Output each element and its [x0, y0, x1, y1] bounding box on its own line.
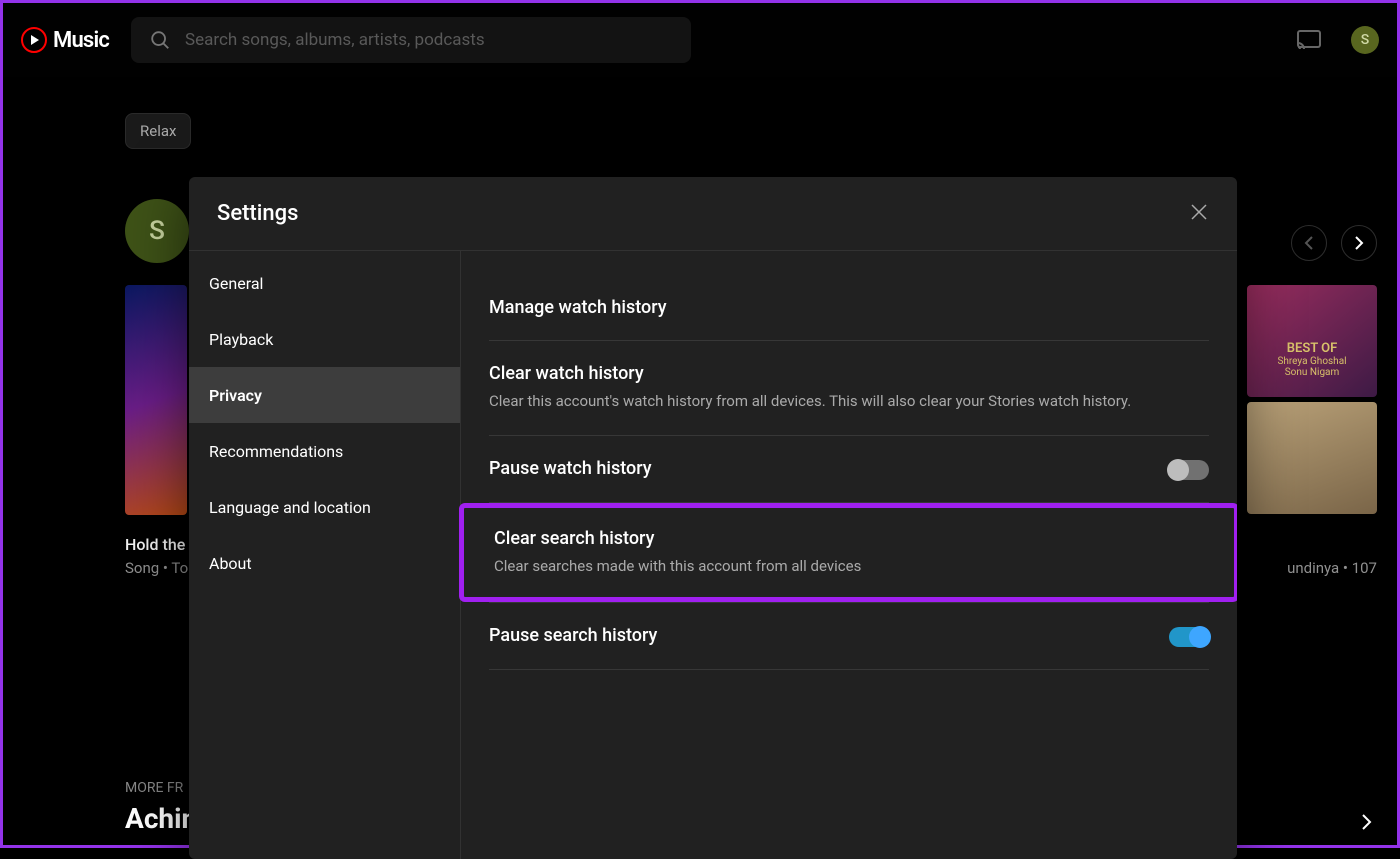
setting-desc: Clear this account's watch history from …: [489, 390, 1209, 413]
pause-watch-history-row: Pause watch history: [489, 436, 1209, 503]
search-placeholder: Search songs, albums, artists, podcasts: [185, 30, 485, 50]
album-tile[interactable]: [125, 285, 187, 515]
settings-content: Manage watch history Clear watch history…: [461, 251, 1237, 859]
chip-relax[interactable]: Relax: [125, 113, 191, 149]
settings-dialog: Settings General Playback Privacy Recomm…: [189, 177, 1237, 859]
cast-icon[interactable]: [1297, 30, 1321, 50]
clear-watch-history-row[interactable]: Clear watch history Clear this account's…: [489, 341, 1209, 436]
topbar: Music Search songs, albums, artists, pod…: [3, 3, 1397, 77]
chip-row: Relax: [125, 113, 191, 149]
close-icon: [1189, 202, 1209, 222]
highlight-annotation: Clear search history Clear searches made…: [459, 503, 1237, 603]
nav-playback[interactable]: Playback: [189, 311, 460, 367]
album-subtitle-right: undinya • 107: [1287, 559, 1377, 577]
dialog-header: Settings: [189, 177, 1237, 251]
ytmusic-play-icon: [21, 27, 47, 53]
pause-search-history-toggle[interactable]: [1169, 627, 1209, 647]
carousel-prev-button[interactable]: [1291, 225, 1327, 261]
carousel-next-button[interactable]: [1341, 225, 1377, 261]
dialog-title: Settings: [217, 201, 298, 226]
chevron-right-icon[interactable]: [1361, 813, 1373, 831]
profile-avatar-large[interactable]: S: [125, 199, 189, 263]
topbar-right: S: [1297, 26, 1379, 54]
settings-nav: General Playback Privacy Recommendations…: [189, 251, 461, 859]
carousel-nav: [1291, 225, 1377, 261]
page-content: Relax S Hold the Song • To BEST OF Shrey…: [3, 77, 1397, 845]
pause-watch-history-toggle[interactable]: [1169, 460, 1209, 480]
setting-title: Pause watch history: [489, 458, 1149, 479]
setting-title: Manage watch history: [489, 297, 1209, 318]
nav-language-location[interactable]: Language and location: [189, 479, 460, 535]
setting-desc: Clear searches made with this account fr…: [494, 555, 1204, 578]
avatar[interactable]: S: [1351, 26, 1379, 54]
clear-search-history-row[interactable]: Clear search history Clear searches made…: [464, 508, 1234, 598]
setting-title: Clear search history: [494, 528, 1204, 549]
manage-watch-history-row[interactable]: Manage watch history: [489, 285, 1209, 341]
search-input[interactable]: Search songs, albums, artists, podcasts: [131, 17, 691, 63]
nav-general[interactable]: General: [189, 255, 460, 311]
nav-recommendations[interactable]: Recommendations: [189, 423, 460, 479]
nav-privacy[interactable]: Privacy: [189, 367, 460, 423]
album-tile-right-1[interactable]: BEST OF Shreya Ghoshal Sonu Nigam: [1247, 285, 1377, 397]
nav-about[interactable]: About: [189, 535, 460, 591]
setting-title: Pause search history: [489, 625, 1149, 646]
pause-search-history-row: Pause search history: [489, 602, 1209, 670]
album-title: Hold the: [125, 535, 185, 554]
setting-title: Clear watch history: [489, 363, 1209, 384]
album-tile-right-2[interactable]: [1247, 402, 1377, 514]
album-subtitle: Song • To: [125, 559, 188, 577]
ytmusic-logo[interactable]: Music: [21, 27, 109, 53]
close-button[interactable]: [1189, 202, 1209, 226]
logo-text: Music: [53, 28, 109, 53]
search-icon: [149, 29, 171, 51]
dialog-body: General Playback Privacy Recommendations…: [189, 251, 1237, 859]
